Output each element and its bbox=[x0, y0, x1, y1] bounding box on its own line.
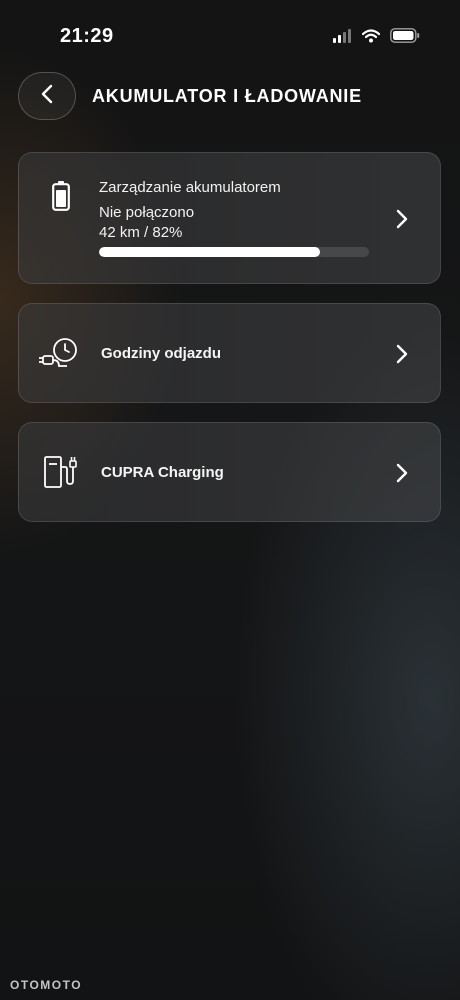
watermark: OTOMOTO bbox=[10, 978, 83, 992]
wifi-icon bbox=[361, 28, 381, 48]
charging-station-icon bbox=[43, 455, 79, 494]
phone-battery-icon bbox=[390, 28, 420, 48]
chevron-right-icon bbox=[396, 463, 408, 488]
charge-progress-bar bbox=[99, 247, 369, 257]
battery-card-title: Zarządzanie akumulatorem bbox=[99, 179, 281, 196]
status-time: 21:29 bbox=[60, 25, 114, 47]
connection-status: Nie połączono bbox=[99, 204, 195, 221]
chevron-right-icon bbox=[396, 209, 408, 234]
range-and-charge: 42 km / 82% bbox=[99, 224, 183, 241]
departure-timer-plug-icon bbox=[39, 336, 79, 375]
status-bar: 21:29 bbox=[0, 0, 460, 72]
cellular-signal-icon bbox=[332, 28, 352, 48]
status-icons bbox=[332, 28, 420, 48]
menu-label-departure-times: Godziny odjazdu bbox=[101, 345, 221, 362]
chevron-right-icon bbox=[396, 344, 408, 369]
charge-progress-fill bbox=[99, 247, 321, 257]
back-button[interactable] bbox=[18, 72, 76, 120]
cupra-charging-card[interactable]: CUPRA Charging bbox=[18, 422, 441, 522]
chevron-left-icon bbox=[40, 84, 54, 109]
battery-management-card[interactable]: Zarządzanie akumulatorem Nie połączono 4… bbox=[18, 152, 441, 284]
battery-icon bbox=[52, 181, 70, 216]
departure-times-card[interactable]: Godziny odjazdu bbox=[18, 303, 441, 403]
page-title: AKUMULATOR I ŁADOWANIE bbox=[92, 86, 362, 106]
menu-label-cupra-charging: CUPRA Charging bbox=[101, 464, 224, 481]
